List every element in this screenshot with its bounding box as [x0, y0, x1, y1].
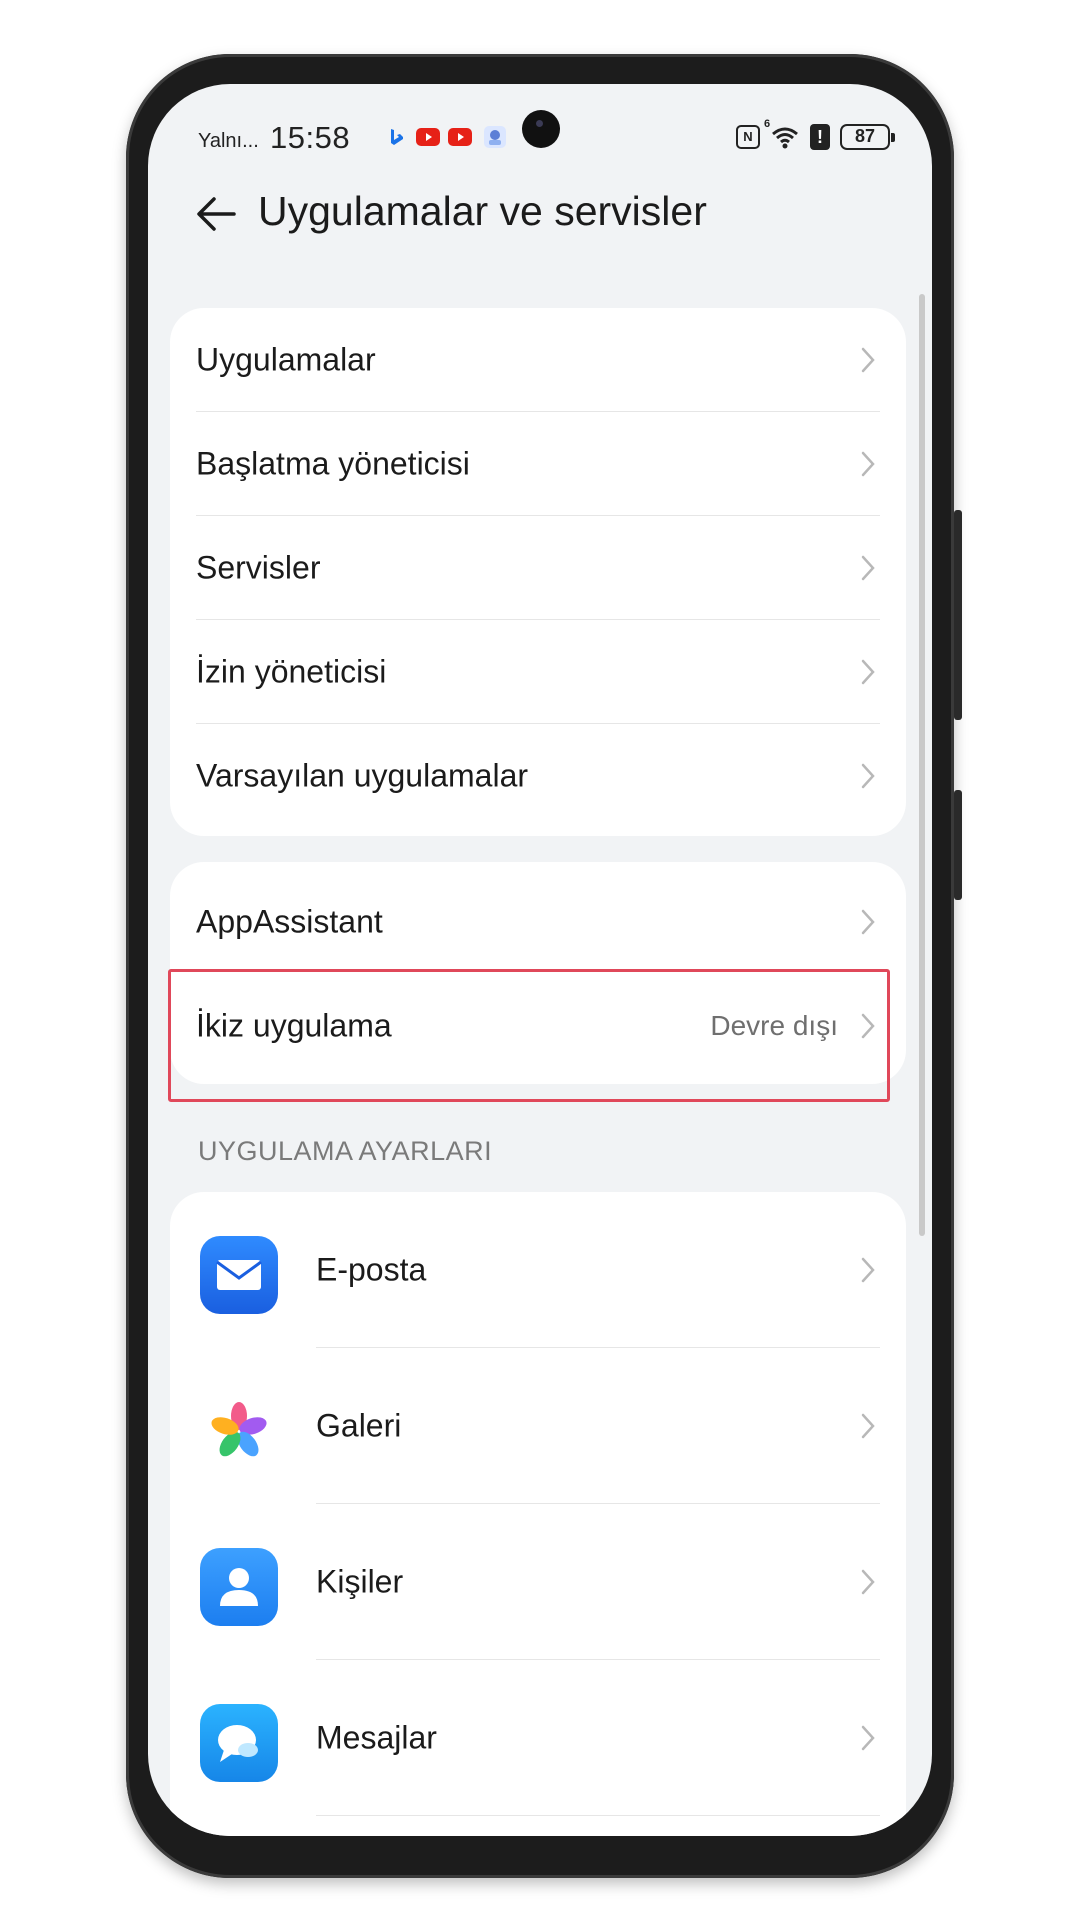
app-item-kisiler[interactable]: Kişiler [170, 1504, 906, 1660]
alert-icon: ! [810, 124, 830, 150]
settings-item-uygulamalar[interactable]: Uygulamalar [170, 308, 906, 412]
app-item-e-posta[interactable]: E-posta [170, 1192, 906, 1348]
settings-item-label: Uygulamalar [196, 341, 376, 378]
chevron-right-icon [861, 659, 875, 685]
power-button [954, 790, 962, 900]
messages-icon [200, 1704, 278, 1782]
settings-item-label: İzin yöneticisi [196, 653, 387, 690]
app-settings-group: E-posta Galeri Kişiler Mesajlar [170, 1192, 906, 1836]
contacts-icon [200, 1548, 278, 1626]
settings-item-appassistant[interactable]: AppAssistant [170, 870, 906, 974]
battery-indicator: 87 [840, 124, 895, 150]
wifi-icon: 6 [764, 118, 800, 150]
highlight-box [168, 969, 890, 1102]
back-arrow-icon[interactable] [192, 190, 240, 238]
nfc-icon: N [736, 125, 760, 149]
chevron-right-icon [861, 763, 875, 789]
chevron-right-icon [861, 1413, 875, 1439]
settings-item-baslatma-yoneticisi[interactable]: Başlatma yöneticisi [170, 412, 906, 516]
screen: Yalnı... 15:58 N 6 ! 87 Uygulamalar ve s… [148, 84, 932, 1836]
status-time: 15:58 [270, 120, 351, 155]
app-notification-icon [484, 126, 506, 148]
gallery-icon [200, 1392, 278, 1470]
chevron-right-icon [861, 1569, 875, 1595]
chevron-right-icon [861, 1257, 875, 1283]
app-item-galeri[interactable]: Galeri [170, 1348, 906, 1504]
chevron-right-icon [861, 451, 875, 477]
status-bar: Yalnı... 15:58 N 6 ! 87 [148, 84, 932, 174]
app-item-label: Mesajlar [316, 1719, 437, 1756]
app-item-label: E-posta [316, 1251, 427, 1288]
youtube-notification-icon-2 [448, 128, 472, 146]
divider [316, 1814, 880, 1816]
settings-item-label: Servisler [196, 549, 321, 586]
app-item-label: Galeri [316, 1407, 402, 1444]
chevron-right-icon [861, 1725, 875, 1751]
scrollbar[interactable] [919, 294, 925, 1236]
page-title: Uygulamalar ve servisler [258, 188, 707, 234]
youtube-notification-icon [416, 128, 440, 146]
bing-notification-icon [385, 126, 407, 148]
settings-group-1: Uygulamalar Başlatma yöneticisi Servisle… [170, 308, 906, 836]
settings-item-label: AppAssistant [196, 903, 383, 940]
chevron-right-icon [861, 347, 875, 373]
app-item-label: Kişiler [316, 1563, 404, 1600]
settings-item-label: Başlatma yöneticisi [196, 445, 470, 482]
app-item-mesajlar[interactable]: Mesajlar [170, 1660, 906, 1816]
status-indicators: N 6 ! 87 [736, 118, 895, 152]
wifi-6-label: 6 [764, 118, 771, 130]
front-camera [522, 110, 560, 148]
carrier-label: Yalnı... [198, 130, 259, 152]
settings-item-label: Varsayılan uygulamalar [196, 757, 529, 794]
volume-button [954, 510, 962, 720]
settings-item-izin-yoneticisi[interactable]: İzin yöneticisi [170, 620, 906, 724]
settings-item-varsayilan-uygulamalar[interactable]: Varsayılan uygulamalar [170, 724, 906, 828]
chevron-right-icon [861, 909, 875, 935]
settings-item-servisler[interactable]: Servisler [170, 516, 906, 620]
section-title-app-settings: UYGULAMA AYARLARI [198, 1136, 493, 1166]
chevron-right-icon [861, 555, 875, 581]
email-icon [200, 1236, 278, 1314]
